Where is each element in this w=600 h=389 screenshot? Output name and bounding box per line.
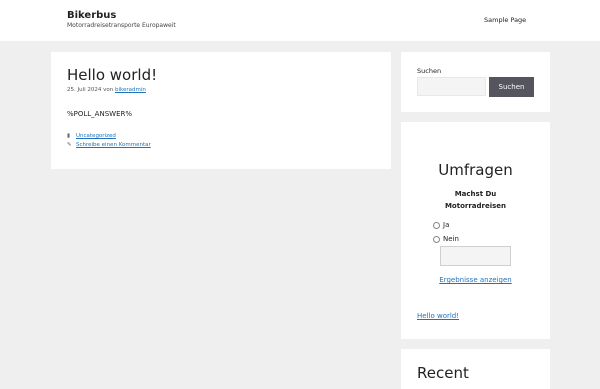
category-link[interactable]: Uncategorized — [76, 133, 116, 139]
poll-question: Machst Du Motorradreisen — [401, 188, 550, 212]
post-content: %POLL_ANSWER% — [67, 110, 133, 118]
poll-widget: Umfragen Machst Du Motorradreisen Ja Nei… — [401, 122, 550, 339]
poll-option-ja[interactable]: Ja — [433, 221, 449, 229]
poll-question-line: Machst Du — [454, 190, 497, 198]
poll-post-link[interactable]: Hello world! — [417, 312, 459, 320]
search-button[interactable]: Suchen — [489, 77, 534, 97]
post-comments: ✎ Schreibe einen Kommentar — [67, 142, 151, 148]
poll-heading: Umfragen — [438, 161, 513, 179]
search-widget: Suchen Suchen — [401, 52, 550, 112]
post-card: Hello world! 25. Juli 2024 von bikeradmi… — [51, 52, 391, 169]
poll-question-line: Motorradreisen — [444, 202, 507, 210]
site-tagline: Motorradreisetransporte Europaweit — [67, 22, 176, 29]
site-header: Bikerbus Motorradreisetransporte Europaw… — [0, 0, 600, 41]
radio-button[interactable] — [433, 221, 440, 229]
post-by: von — [103, 87, 114, 93]
poll-option-nein[interactable]: Nein — [433, 235, 459, 243]
site-title[interactable]: Bikerbus — [67, 10, 116, 21]
post-date[interactable]: 25. Juli 2024 — [67, 87, 101, 93]
comment-link[interactable]: Schreibe einen Kommentar — [76, 142, 151, 148]
recent-heading: Recent — [417, 364, 469, 382]
search-input[interactable] — [417, 77, 486, 96]
recent-widget: Recent — [401, 349, 550, 389]
poll-option-label: Nein — [443, 235, 459, 243]
post-meta: 25. Juli 2024 von bikeradmin — [67, 87, 146, 93]
vote-button[interactable] — [440, 246, 511, 266]
post-category: ▮ Uncategorized — [67, 133, 116, 139]
folder-icon: ▮ — [67, 133, 71, 139]
poll-results-link[interactable]: Ergebnisse anzeigen — [401, 276, 550, 284]
radio-button[interactable] — [433, 235, 440, 243]
poll-option-label: Ja — [443, 221, 450, 229]
post-title[interactable]: Hello world! — [67, 66, 157, 84]
tag-icon: ✎ — [67, 142, 72, 148]
search-label: Suchen — [417, 67, 442, 75]
post-author-link[interactable]: bikeradmin — [115, 87, 146, 93]
nav-item-sample-page[interactable]: Sample Page — [484, 16, 526, 24]
